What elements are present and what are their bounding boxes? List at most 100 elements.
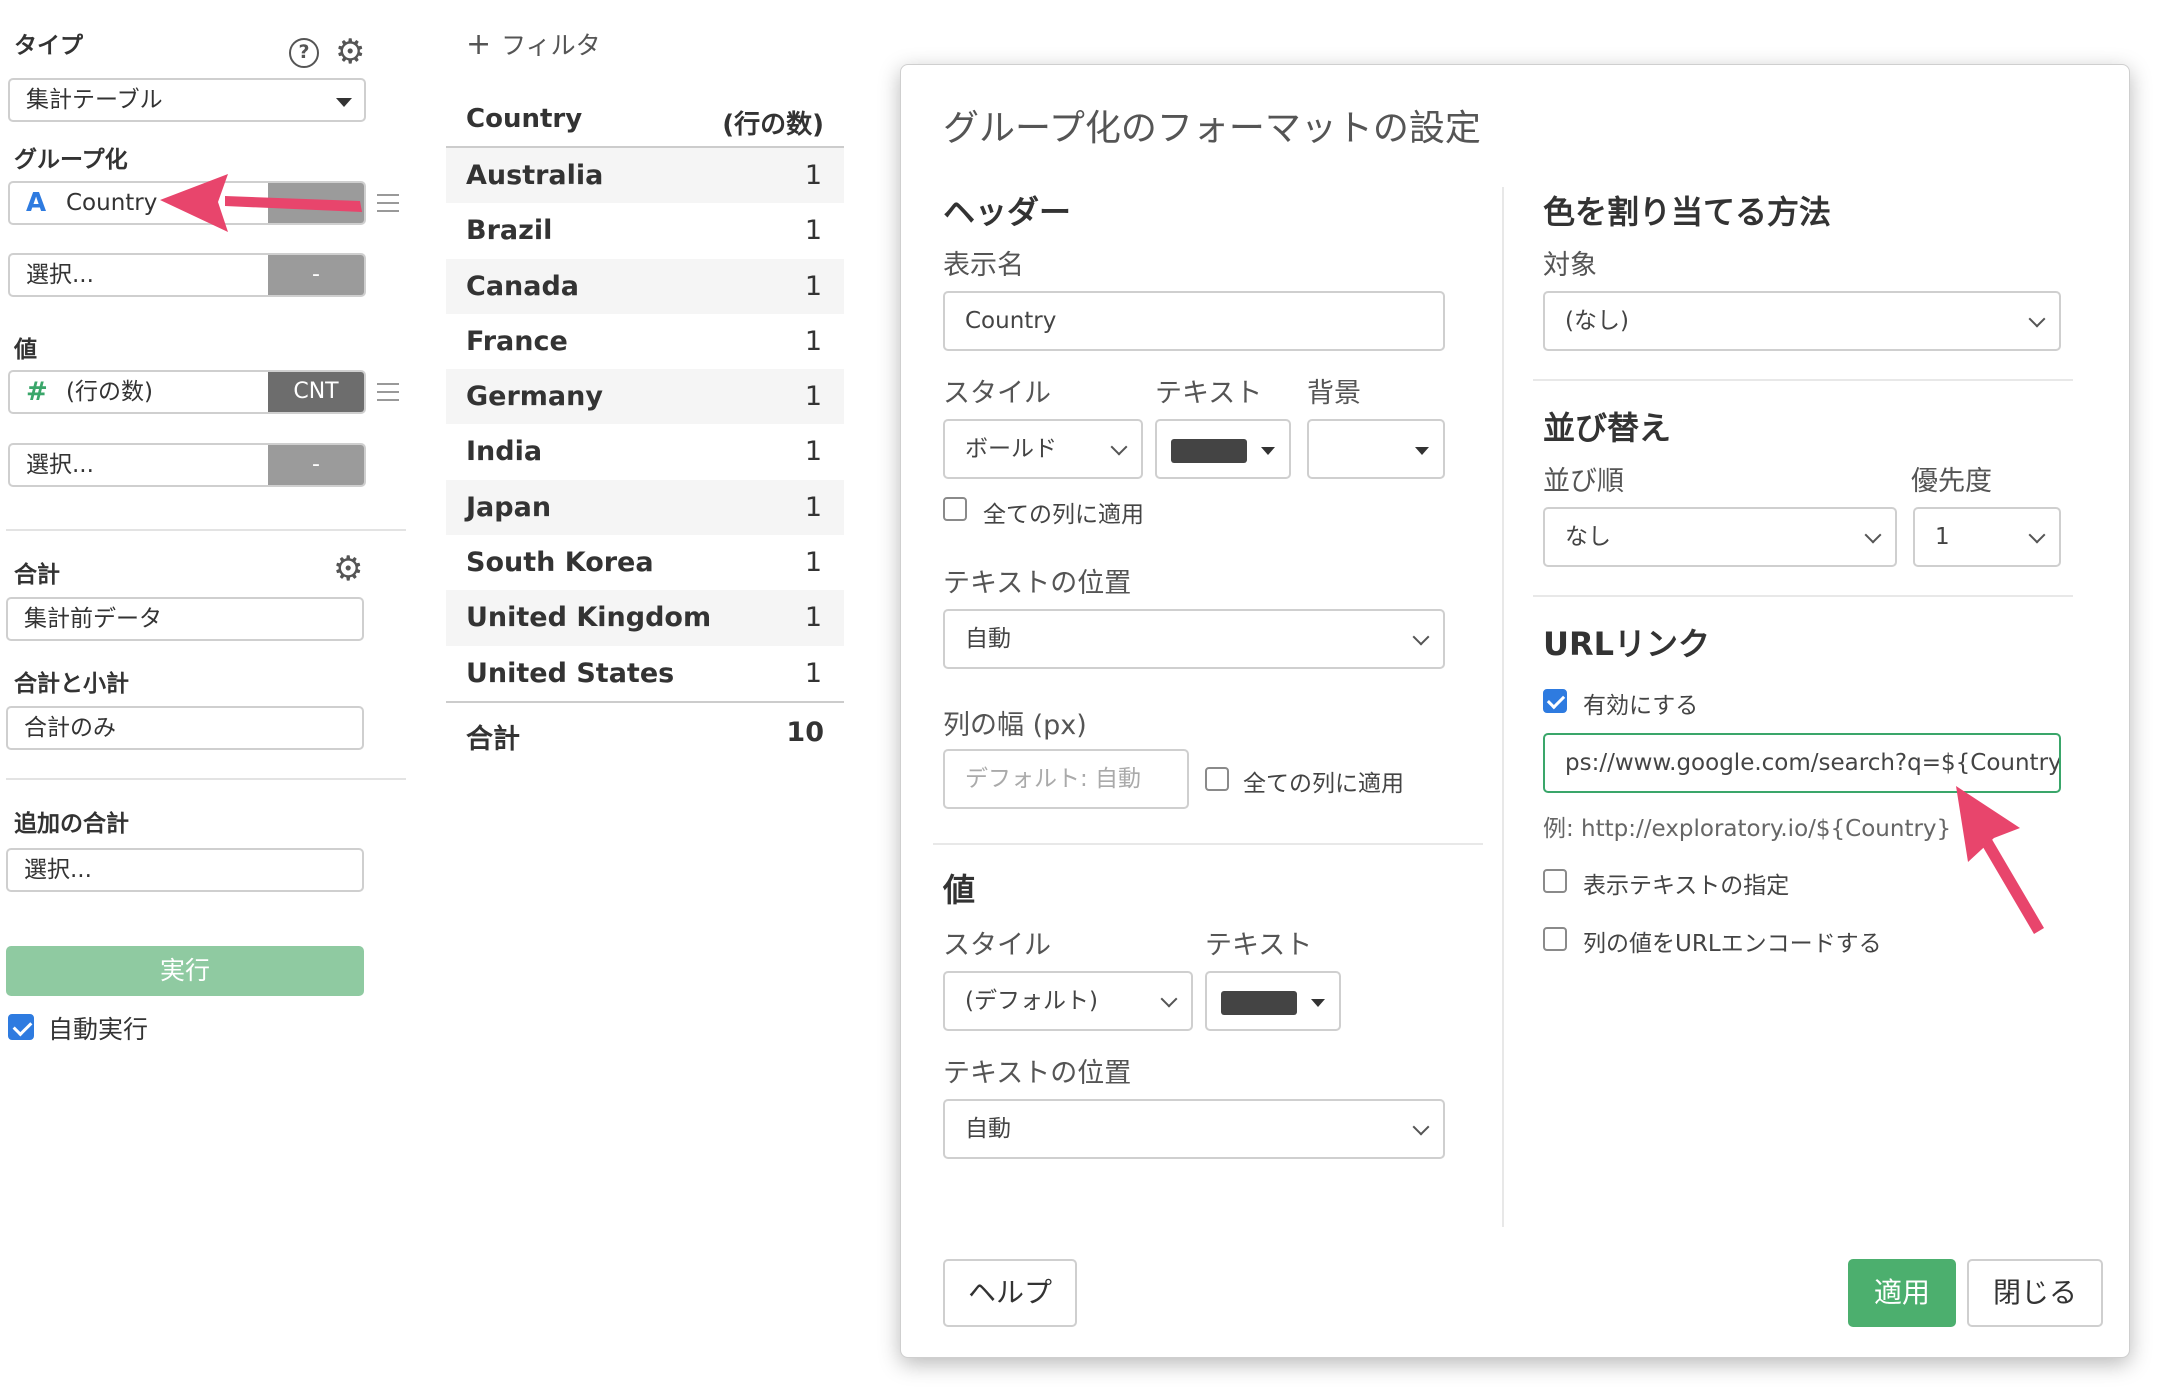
divider [6, 778, 406, 780]
header-apply-all-checkbox[interactable] [943, 497, 967, 521]
chevron-down-icon [1864, 526, 1882, 544]
apply-button[interactable]: 適用 [1848, 1259, 1956, 1327]
header-bg-color-picker[interactable] [1307, 419, 1445, 479]
group-select-placeholder: 選択... [26, 262, 94, 288]
country-cell: South Korea [466, 547, 654, 579]
table-row: India 1 [446, 424, 844, 479]
total-label: 合計 [14, 562, 60, 588]
help-button[interactable]: ヘルプ [943, 1259, 1077, 1327]
add-filter-button[interactable]: + フィルタ [466, 26, 601, 62]
value-style-select[interactable]: (デフォルト) [943, 971, 1193, 1031]
filter-label: フィルタ [501, 31, 601, 60]
total-select-value: 集計前データ [24, 606, 162, 632]
display-name-input[interactable]: Country [943, 291, 1445, 351]
gear-icon[interactable]: ⚙ [333, 552, 363, 586]
gear-icon[interactable]: ⚙ [335, 35, 365, 69]
count-cell: 1 [804, 270, 822, 302]
subtotal-label: 合計と小計 [14, 671, 129, 697]
chevron-down-icon [1160, 990, 1178, 1008]
table-body: Australia 1 Brazil 1 Canada 1 France 1 Germa… [446, 148, 844, 701]
sort-priority-label: 優先度 [1911, 466, 1992, 497]
section-divider [933, 843, 1483, 845]
table-row: Japan 1 [446, 479, 844, 536]
value-field-chip[interactable]: # (行の数) CNT [8, 370, 366, 414]
drag-handle-icon[interactable] [377, 383, 399, 407]
run-button[interactable]: 実行 [6, 946, 364, 996]
chevron-down-icon [1412, 628, 1430, 646]
color-section-title: 色を割り当てる方法 [1543, 193, 1832, 231]
header-apply-all-label: 全ての列に適用 [983, 502, 1144, 528]
url-section-title: URLリンク [1543, 625, 1711, 663]
count-cell: 1 [804, 436, 822, 468]
group-format-dialog: グループ化のフォーマットの設定 ヘッダー 表示名 Country スタイル テキ… [900, 64, 2130, 1358]
value-select-agg[interactable]: - [268, 445, 364, 485]
column-divider [1502, 187, 1504, 1227]
country-cell: France [466, 325, 568, 357]
table-row: Germany 1 [446, 369, 844, 425]
country-cell: United Kingdom [466, 602, 712, 634]
country-cell: Australia [466, 160, 604, 191]
section-divider [1533, 595, 2073, 597]
display-text-checkbox[interactable] [1543, 869, 1567, 893]
header-style-select[interactable]: ボールド [943, 419, 1143, 479]
dialog-title: グループ化のフォーマットの設定 [943, 108, 1481, 149]
country-cell: United States [466, 657, 675, 689]
value-label: 値 [14, 337, 37, 363]
value-text-pos-value: 自動 [965, 1116, 1011, 1142]
extra-total-select[interactable]: 選択... [6, 848, 364, 892]
column-header-count[interactable]: (行の数) [722, 104, 824, 141]
col-width-apply-all-checkbox[interactable] [1205, 767, 1229, 791]
table-header: Country (行の数) [446, 96, 844, 148]
help-icon[interactable]: ? [289, 38, 319, 68]
sort-priority-select[interactable]: 1 [1913, 507, 2061, 567]
group-field-chip[interactable]: A Country [8, 181, 366, 225]
caret-down-icon [1415, 447, 1429, 455]
url-enable-checkbox[interactable] [1543, 689, 1567, 713]
header-text-color-picker[interactable] [1155, 419, 1291, 479]
auto-run-checkbox[interactable] [8, 1014, 34, 1040]
group-select-agg[interactable]: - [268, 255, 364, 295]
color-target-label: 対象 [1543, 250, 1597, 281]
close-button[interactable]: 閉じる [1967, 1259, 2103, 1327]
table-row: Canada 1 [446, 258, 844, 314]
header-section-title: ヘッダー [943, 193, 1072, 231]
value-select[interactable]: 選択... - [8, 443, 366, 487]
value-agg-button[interactable]: CNT [268, 372, 364, 412]
subtotal-select-value: 合計のみ [24, 715, 116, 741]
column-header-country[interactable]: Country [466, 104, 582, 134]
total-row-value: 10 [786, 716, 824, 748]
sort-order-select[interactable]: なし [1543, 507, 1897, 567]
group-field-name: Country [66, 190, 158, 216]
subtotal-select[interactable]: 合計のみ [6, 706, 364, 750]
header-text-pos-select[interactable]: 自動 [943, 609, 1445, 669]
plus-icon: + [466, 27, 492, 62]
drag-handle-icon[interactable] [377, 194, 399, 218]
extra-total-label: 追加の合計 [14, 811, 129, 837]
value-style-label: スタイル [943, 930, 1051, 961]
col-width-input[interactable]: デフォルト: 自動 [943, 749, 1189, 809]
table-row: France 1 [446, 314, 844, 369]
type-select[interactable]: 集計テーブル [8, 78, 366, 122]
total-select[interactable]: 集計前データ [6, 597, 364, 641]
url-encode-checkbox[interactable] [1543, 927, 1567, 951]
count-cell: 1 [804, 160, 822, 191]
col-width-apply-all-label: 全ての列に適用 [1243, 771, 1404, 797]
section-divider [1533, 379, 2073, 381]
value-text-color-picker[interactable] [1205, 971, 1341, 1031]
group-select[interactable]: 選択... - [8, 253, 366, 297]
url-template-input[interactable]: ps://www.google.com/search?q=${Country} [1543, 733, 2061, 793]
table-row: United States 1 [446, 646, 844, 701]
group-field-agg[interactable] [268, 183, 364, 223]
display-name-label: 表示名 [943, 250, 1024, 281]
color-target-value: (なし) [1565, 308, 1629, 334]
country-cell: India [466, 436, 543, 468]
group-label: グループ化 [14, 147, 128, 173]
sort-order-value: なし [1565, 524, 1611, 550]
table-row: Brazil 1 [446, 203, 844, 258]
chevron-down-icon [1412, 1118, 1430, 1136]
number-type-icon: # [26, 377, 48, 407]
count-cell: 1 [804, 491, 822, 523]
value-text-pos-select[interactable]: 自動 [943, 1099, 1445, 1159]
url-example-hint: 例: http://exploratory.io/${Country} [1543, 816, 1952, 842]
color-target-select[interactable]: (なし) [1543, 291, 2061, 351]
